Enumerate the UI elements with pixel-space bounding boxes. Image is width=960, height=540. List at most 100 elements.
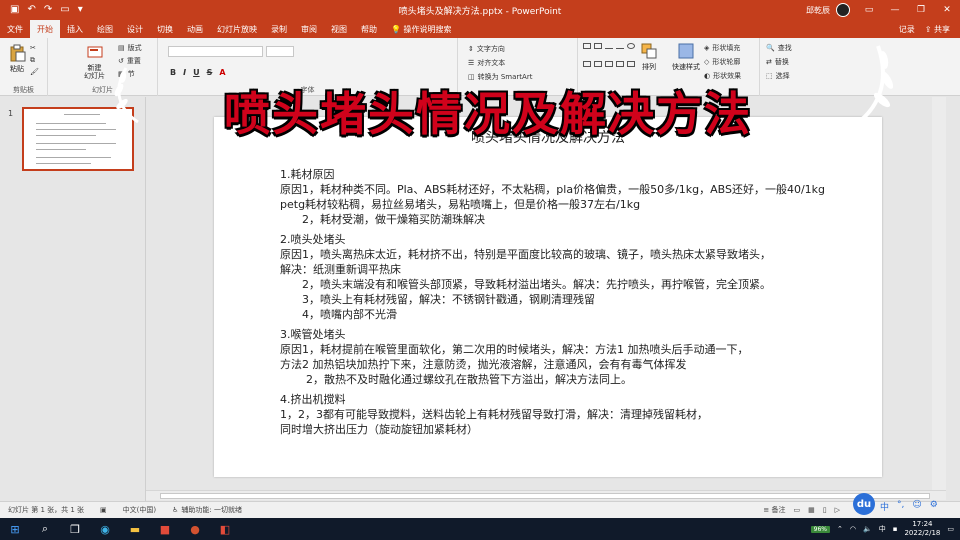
shape-triangle-icon[interactable] <box>594 61 602 67</box>
strikethrough-icon[interactable]: S <box>207 68 213 77</box>
ime-mode-icon[interactable]: 中 <box>880 500 889 513</box>
arrange-button[interactable]: 排列 <box>640 42 658 72</box>
slide-body-textbox[interactable]: 1.耗材原因 原因1，耗材种类不同。Pla、ABS耗材还好，不太粘稠，pla价格偏… <box>280 167 880 442</box>
system-clock[interactable]: 17:24 2022/2/18 <box>904 520 940 538</box>
file-explorer-icon[interactable]: ▬ <box>120 518 150 540</box>
shape-rect-icon[interactable] <box>594 43 602 49</box>
taskbar-ime-indicator[interactable]: 中 <box>879 524 886 534</box>
slide-section: 2.喷头处堵头 原因1，喷头离热床太近，耗材挤不出，特别是平面度比较高的玻璃、镜子… <box>280 232 880 322</box>
battery-icon[interactable]: 96% <box>810 525 831 533</box>
thumbnail-line <box>36 163 91 164</box>
cut-icon[interactable]: ✂ <box>30 44 36 52</box>
language-indicator[interactable]: 中文(中国) <box>123 505 156 515</box>
restore-icon[interactable]: ❐ <box>908 0 934 20</box>
group-clipboard: 粘贴 ✂ ⧉ 🖌 剪贴板 <box>0 38 48 96</box>
tray-chevron-icon[interactable]: ⌃ <box>837 525 843 533</box>
tab-design[interactable]: 设计 <box>120 20 150 38</box>
tab-file[interactable]: 文件 <box>0 20 30 38</box>
format-painter-icon[interactable]: 🖌 <box>30 68 39 76</box>
slide-sorter-icon[interactable]: ▦ <box>808 506 815 514</box>
account-area[interactable]: 邱乾辰 <box>806 3 850 17</box>
undo-icon[interactable]: ↶ <box>27 5 35 15</box>
tab-view[interactable]: 视图 <box>324 20 354 38</box>
tab-draw[interactable]: 绘图 <box>90 20 120 38</box>
du-tray-icon[interactable]: ▪ <box>893 525 898 533</box>
paste-button[interactable]: 粘贴 <box>8 44 26 74</box>
notification-icon[interactable]: ▭ <box>947 525 954 533</box>
tab-animations[interactable]: 动画 <box>180 20 210 38</box>
vertical-scrollbar[interactable] <box>932 97 946 490</box>
tab-transitions[interactable]: 切换 <box>150 20 180 38</box>
du-assistant-icon[interactable]: du <box>853 493 875 515</box>
shape-rect-icon[interactable] <box>583 61 591 67</box>
find-button[interactable]: 🔍 查找 <box>766 43 792 53</box>
edge-browser-icon[interactable]: ◉ <box>90 518 120 540</box>
slide-editor: 喷头堵头情况及解决方法 1.耗材原因 原因1，耗材种类不同。Pla、ABS耗材还好… <box>146 97 946 490</box>
underline-icon[interactable]: U <box>193 68 200 77</box>
ime-punctuation-icon[interactable]: °, <box>897 500 904 513</box>
new-slide-button[interactable]: 新建 幻灯片 <box>84 44 105 80</box>
close-icon[interactable]: ✕ <box>934 0 960 20</box>
font-size-input[interactable] <box>266 46 294 57</box>
slideshow-icon[interactable]: ▷ <box>835 506 840 514</box>
bold-icon[interactable]: B <box>170 68 176 77</box>
reading-view-icon[interactable]: ▯ <box>823 506 827 514</box>
tab-record[interactable]: 录制 <box>264 20 294 38</box>
align-text-button[interactable]: ☰ 对齐文本 <box>468 58 505 68</box>
ime-settings-icon[interactable]: ⚙ <box>930 500 938 513</box>
ime-emoji-icon[interactable]: ☺ <box>912 500 921 513</box>
task-view-icon[interactable]: ❐ <box>60 518 90 540</box>
share-button[interactable]: ⇪ 共享 <box>925 24 950 35</box>
shape-line-icon[interactable] <box>616 43 624 49</box>
shape-line-icon[interactable] <box>605 43 613 49</box>
shape-brace-icon[interactable] <box>627 61 635 67</box>
tab-slideshow[interactable]: 幻灯片放映 <box>210 20 264 38</box>
start-from-beginning-icon[interactable]: ▭ <box>60 5 69 15</box>
copy-icon[interactable]: ⧉ <box>30 56 35 65</box>
shape-arrow-icon[interactable] <box>605 61 613 67</box>
redo-icon[interactable]: ↷ <box>44 5 52 15</box>
tell-me-search[interactable]: 💡 操作说明搜索 <box>384 20 459 38</box>
shape-oval-icon[interactable] <box>627 43 635 49</box>
notes-button[interactable]: ≡ 备注 <box>763 505 785 515</box>
tab-insert[interactable]: 插入 <box>60 20 90 38</box>
slide-canvas[interactable]: 喷头堵头情况及解决方法 1.耗材原因 原因1，耗材种类不同。Pla、ABS耗材还好… <box>214 117 882 477</box>
powerpoint-icon[interactable]: ● <box>180 518 210 540</box>
shape-rect-icon[interactable] <box>583 43 591 49</box>
search-icon[interactable]: ⌕ <box>30 518 60 540</box>
ribbon-display-options-icon[interactable]: ▭ <box>856 0 882 20</box>
layout-button[interactable]: ▤ 版式 <box>118 43 142 53</box>
shapes-gallery[interactable] <box>583 43 635 77</box>
quick-styles-button[interactable]: 快速样式 <box>672 42 700 72</box>
layout-label: 版式 <box>127 44 142 52</box>
shape-arrow-icon[interactable] <box>616 61 624 67</box>
tab-home[interactable]: 开始 <box>30 20 60 38</box>
customize-qat-icon[interactable]: ▾ <box>78 5 83 15</box>
slide-section: 4.挤出机搅料 1，2，3都有可能导致搅料，送料齿轮上有耗材残留导致打滑，解决：清… <box>280 392 880 437</box>
quick-styles-icon <box>678 43 694 59</box>
volume-icon[interactable]: 🔈 <box>863 525 872 533</box>
spellcheck-icon[interactable]: ▣ <box>100 506 107 514</box>
shape-fill-button[interactable]: ◈ 形状填充 <box>704 43 740 53</box>
replace-button[interactable]: ⇄ 替换 <box>766 57 789 67</box>
tab-review[interactable]: 审阅 <box>294 20 324 38</box>
tab-help[interactable]: 帮助 <box>354 20 384 38</box>
windows-taskbar: ⊞ ⌕ ❐ ◉ ▬ ■ ● ◧ 96% ⌃ ◠ 🔈 中 ▪ 17:24 2022… <box>0 518 960 540</box>
normal-view-icon[interactable]: ▭ <box>794 506 801 514</box>
minimize-icon[interactable]: — <box>882 0 908 20</box>
scrollbar-thumb[interactable] <box>160 493 930 499</box>
font-color-icon[interactable]: A <box>219 68 225 77</box>
record-button[interactable]: 记录 <box>899 24 915 35</box>
accessibility-status[interactable]: ♿ 辅助功能: 一切就绪 <box>172 505 242 515</box>
italic-icon[interactable]: I <box>183 68 186 77</box>
horizontal-scrollbar[interactable] <box>146 490 946 500</box>
recorder-app-icon[interactable]: ◧ <box>210 518 240 540</box>
save-icon[interactable]: ▣ <box>10 5 19 15</box>
shape-outline-button[interactable]: ◇ 形状轮廓 <box>704 57 740 67</box>
text-direction-button[interactable]: ⇕ 文字方向 <box>468 44 505 54</box>
windows-start-icon[interactable]: ⊞ <box>0 518 30 540</box>
network-icon[interactable]: ◠ <box>850 525 856 533</box>
app-icon[interactable]: ■ <box>150 518 180 540</box>
font-family-input[interactable] <box>168 46 263 57</box>
avatar[interactable] <box>836 3 850 17</box>
